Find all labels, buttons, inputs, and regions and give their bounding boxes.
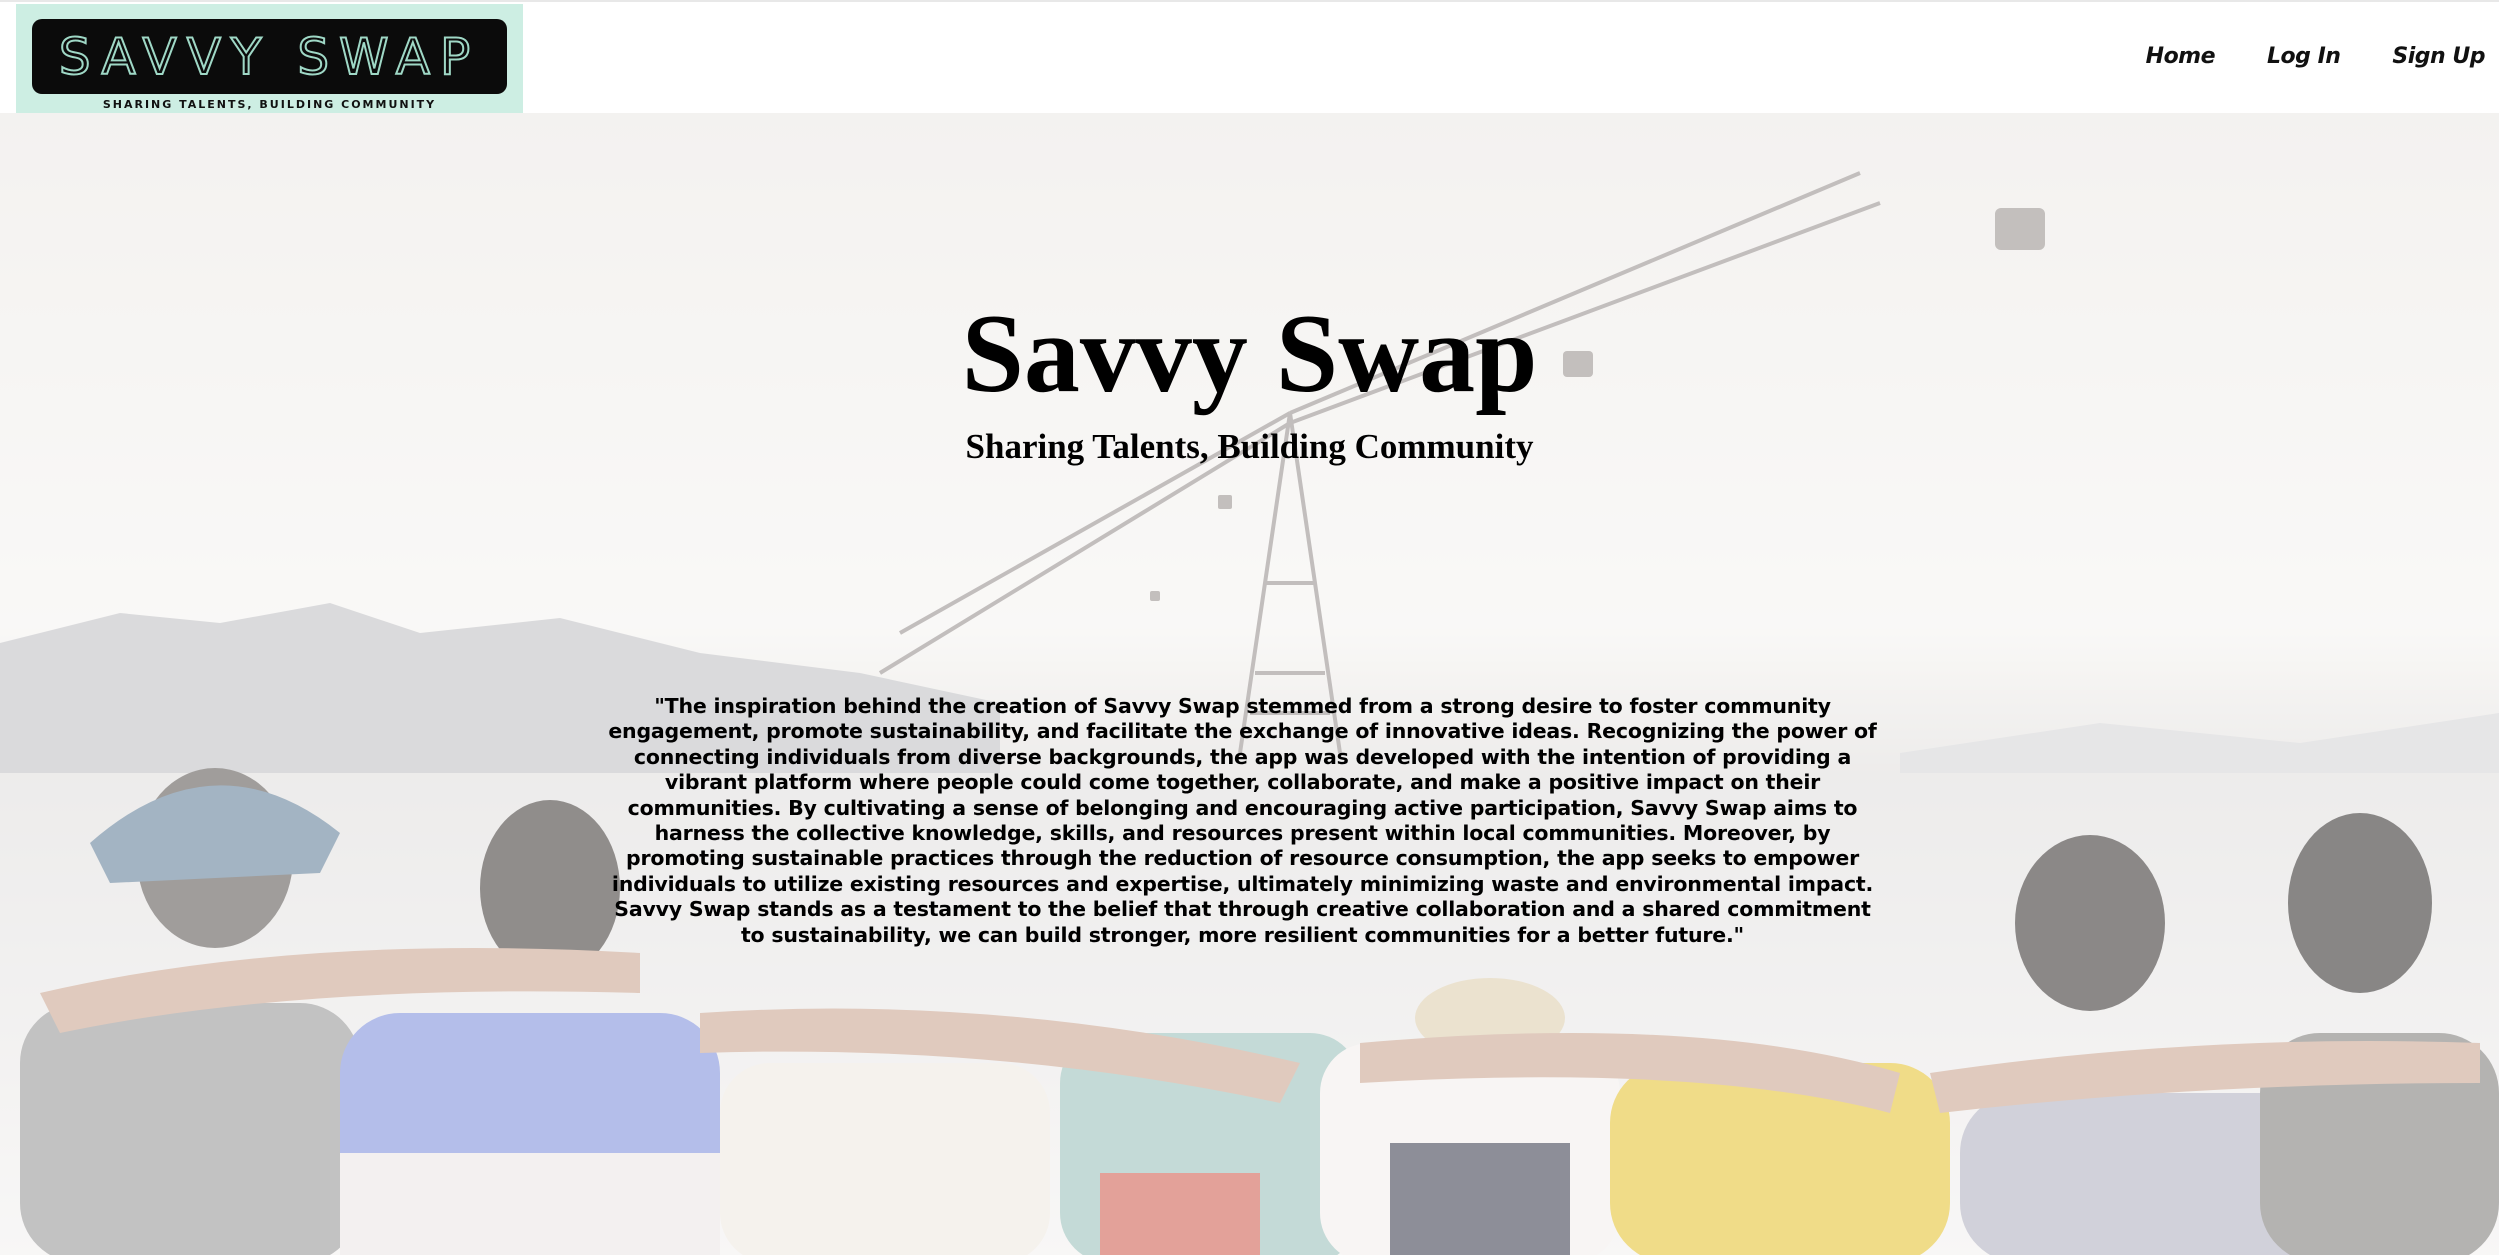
nav-links: Home Log In Sign Up bbox=[2094, 44, 2486, 69]
nav-link-home[interactable]: Home bbox=[2146, 44, 2216, 69]
logo[interactable]: SAVVY SWAP SHARING TALENTS, BUILDING COM… bbox=[16, 4, 523, 115]
nav-link-sign-up[interactable]: Sign Up bbox=[2392, 44, 2485, 69]
hero-subtitle: Sharing Talents, Building Community bbox=[965, 427, 1534, 466]
hero-section: Savvy Swap Sharing Talents, Building Com… bbox=[0, 113, 2499, 1255]
hero-title: Savvy Swap bbox=[961, 292, 1538, 416]
logo-wordmark: SAVVY SWAP bbox=[58, 27, 481, 87]
logo-wordmark-box: SAVVY SWAP bbox=[32, 19, 507, 94]
hero-quote: "The inspiration behind the creation of … bbox=[608, 694, 1877, 947]
hero-overlay bbox=[0, 113, 2499, 1255]
nav-link-log-in[interactable]: Log In bbox=[2267, 44, 2341, 69]
navbar: SAVVY SWAP SHARING TALENTS, BUILDING COM… bbox=[0, 0, 2499, 115]
logo-tagline: SHARING TALENTS, BUILDING COMMUNITY bbox=[102, 98, 437, 111]
